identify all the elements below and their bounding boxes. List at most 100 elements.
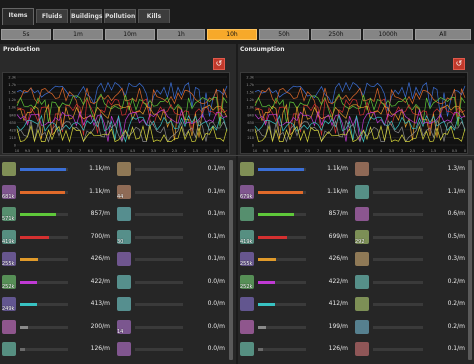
rate-label: 1.3/m [447, 165, 465, 172]
circuit-icon[interactable] [240, 207, 254, 221]
tab-items[interactable]: Items [2, 8, 34, 25]
y-tick-label: 420 [247, 128, 254, 132]
rate-bar-fill [20, 303, 37, 306]
green-item-icon[interactable] [117, 162, 131, 176]
stone-icon[interactable] [2, 319, 16, 334]
x-tick-label: 7.5 [67, 149, 73, 153]
time-250h-button[interactable]: 250h [311, 29, 361, 40]
engine-icon[interactable] [355, 162, 369, 176]
x-tick-label: 7.5 [305, 149, 311, 153]
rate-label: 0.1/m [207, 165, 225, 172]
rate-label: 0.1/m [207, 210, 225, 217]
x-tick-label: 1 [443, 149, 445, 153]
rate-label: 422/m [328, 277, 348, 285]
consumption-scrollbar[interactable] [468, 160, 472, 360]
red-item-icon[interactable] [117, 207, 131, 221]
consumption-reset-button[interactable]: ↺ [453, 58, 465, 70]
time-all-button[interactable]: All [415, 29, 471, 40]
time-1m-button[interactable]: 1m [53, 29, 103, 40]
time-50h-button[interactable]: 50h [259, 29, 309, 40]
rate-bar-fill [20, 235, 49, 239]
rate-label: 0.3/m [447, 255, 465, 262]
production-chart[interactable]: 2.3k 1.7k 1.5k 1.2k 1.0k 840 630 420 210 0 10 9.5 9 8… [2, 72, 230, 154]
x-tick-label: 9 [37, 149, 39, 153]
y-tick-label: 1.5k [246, 91, 255, 95]
rate-bar-fill [258, 303, 275, 306]
rate-label: 126/m [328, 345, 348, 352]
rate-label: 0.0/m [207, 345, 225, 352]
ore-icon[interactable] [240, 162, 254, 176]
rate-label: 0.5/m [447, 232, 465, 240]
x-tick-label: 5.5 [347, 149, 353, 153]
rate-label: 700/m [90, 232, 110, 240]
rate-label: 0.1/m [207, 232, 225, 240]
rate-bar-fill [20, 168, 66, 171]
y-tick-label: 210 [247, 136, 254, 140]
x-tick-label: 10 [253, 149, 257, 153]
coal-icon[interactable] [2, 342, 16, 356]
cable-icon[interactable] [240, 297, 254, 311]
armor-icon[interactable] [355, 207, 369, 221]
stone-icon[interactable] [240, 319, 254, 334]
tab-fluids[interactable]: Fluids [36, 9, 68, 23]
y-tick-label: 1.0k [8, 106, 17, 110]
drill-icon[interactable] [117, 342, 131, 356]
rate-label: 199/m [328, 322, 348, 330]
x-tick-label: 6.5 [326, 149, 332, 153]
time-1000h-button[interactable]: 1000h [363, 29, 413, 40]
y-tick-label: 1.7k [8, 83, 17, 87]
icon-count: 419k [240, 238, 253, 245]
lamp-icon[interactable] [117, 274, 131, 289]
production-reset-button[interactable]: ↺ [213, 58, 225, 70]
rate-label: 426/m [90, 255, 110, 262]
rate-label: 0.0/m [207, 322, 225, 330]
y-tick-label: 210 [9, 136, 16, 140]
time-10h-button[interactable]: 10h [207, 29, 257, 40]
wrench-icon[interactable] [355, 252, 369, 266]
icon-count: 255k [240, 261, 253, 267]
consumption-chart[interactable]: 2.3k 1.7k 1.5k 1.2k 1.0k 840 630 420 210 0 10 9.5 9 8… [240, 72, 468, 154]
tab-buildings[interactable]: Buildings [70, 9, 102, 23]
x-tick-label: 1.5 [193, 149, 199, 153]
tool-icon[interactable] [355, 319, 369, 334]
rate-bar-fill [258, 190, 303, 194]
y-tick-label: 630 [247, 121, 254, 125]
x-tick-label: 4 [380, 149, 383, 153]
icon-count: 252k [240, 283, 253, 290]
y-tick-label: 1.7k [246, 83, 255, 87]
production-scrollbar[interactable] [229, 160, 233, 360]
rate-bar-fill [258, 235, 287, 239]
tab-pollution[interactable]: Pollution [104, 9, 136, 23]
rate-label: 413/m [90, 300, 110, 307]
icon-count: 249k [2, 306, 15, 312]
icon-count: 679k [240, 193, 253, 200]
belt-icon[interactable] [355, 274, 369, 289]
x-tick-label: 8 [58, 149, 60, 153]
box-icon[interactable] [355, 297, 369, 311]
rate-label: 422/m [90, 277, 110, 285]
icon-count: 681k [2, 193, 15, 200]
icon-count: 419k [2, 238, 15, 245]
coal-icon[interactable] [240, 342, 254, 356]
green-circuit-icon[interactable] [355, 342, 369, 356]
tab-kills[interactable]: Kills [138, 9, 170, 23]
chip-icon[interactable] [355, 184, 369, 199]
rate-label: 1.1k/m [89, 187, 110, 195]
inserter-icon[interactable] [117, 252, 131, 266]
x-tick-label: 4.5 [368, 149, 374, 153]
pipe-icon[interactable] [117, 297, 131, 311]
rate-label: 1.1/m [447, 187, 465, 195]
time-10m-button[interactable]: 10m [105, 29, 155, 40]
rate-label: 0.1/m [207, 255, 225, 262]
x-tick-label: 10 [15, 149, 19, 153]
x-tick-label: 8 [296, 149, 298, 153]
x-tick-label: 0 [226, 149, 228, 153]
x-tick-label: 2.5 [172, 149, 178, 153]
y-tick-label: 1.0k [246, 106, 255, 110]
rate-bar-fill [20, 280, 38, 284]
x-tick-label: 0.5 [214, 149, 220, 153]
ore-icon[interactable] [2, 162, 16, 176]
time-5s-button[interactable]: 5s [1, 29, 51, 40]
x-tick-label: 3.5 [389, 149, 395, 153]
time-1h-button[interactable]: 1h [157, 29, 205, 40]
